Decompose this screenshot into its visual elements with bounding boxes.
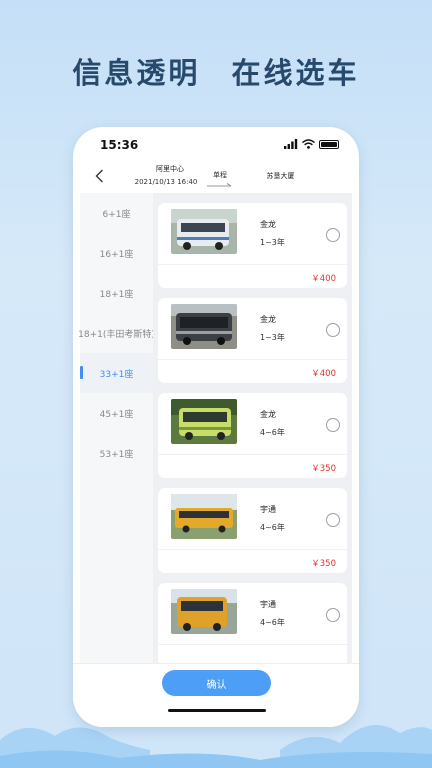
sidebar-item-label: 45+1座 xyxy=(99,409,134,420)
sidebar-item-16-seat[interactable]: 16+1座 xyxy=(80,233,153,273)
sidebar-item-label: 18+1座 xyxy=(99,289,134,300)
sidebar-item-6-seat[interactable]: 6+1座 xyxy=(80,193,153,233)
vehicle-brand: 宇通 xyxy=(260,505,276,514)
bus-photo xyxy=(171,209,237,254)
select-radio[interactable] xyxy=(326,418,340,432)
sidebar-item-18-seat[interactable]: 18+1座 xyxy=(80,273,153,313)
vehicle-list: 金龙 1~3年 ￥400 金龙 1~3年 ￥400 金龙 4~6年 ￥350 宇… xyxy=(153,193,352,663)
vehicle-price: ￥350 xyxy=(311,464,336,474)
select-radio[interactable] xyxy=(326,323,340,337)
vehicle-brand: 金龙 xyxy=(260,220,276,229)
bus-photo xyxy=(171,399,237,444)
sidebar-item-label: 6+1座 xyxy=(102,209,131,220)
vehicle-price: ￥350 xyxy=(311,559,336,569)
bottom-bar: 确认 xyxy=(73,663,359,727)
origin-name: 阿里中心 xyxy=(156,165,184,173)
bus-photo xyxy=(171,304,237,349)
sidebar-item-label: 53+1座 xyxy=(99,449,134,460)
sidebar-item-label: 18+1(丰田考斯特) xyxy=(78,329,155,340)
vehicle-age: 4~6年 xyxy=(260,523,285,532)
select-radio[interactable] xyxy=(326,228,340,242)
wifi-icon xyxy=(302,139,315,149)
vehicle-brand: 金龙 xyxy=(260,315,276,324)
signal-icon xyxy=(284,139,298,149)
bus-photo xyxy=(171,494,237,539)
promo-headline-right: 在线选车 xyxy=(231,56,360,90)
home-indicator xyxy=(168,709,266,712)
departure-time: 2021/10/13 16:40 xyxy=(134,178,198,186)
battery-icon xyxy=(319,139,339,149)
trip-type: 单程 xyxy=(213,171,227,179)
promo-headline-left: 信息透明 xyxy=(72,56,201,90)
vehicle-card[interactable]: 金龙 4~6年 ￥350 xyxy=(158,393,347,478)
sidebar-item-53-seat[interactable]: 53+1座 xyxy=(80,433,153,473)
seat-category-sidebar: 6+1座 16+1座 18+1座 18+1(丰田考斯特) 33+1座 45+1座… xyxy=(78,193,155,663)
sidebar-item-18-seat-coaster[interactable]: 18+1(丰田考斯特) xyxy=(78,313,155,353)
sidebar-item-45-seat[interactable]: 45+1座 xyxy=(80,393,153,433)
vehicle-price: ￥400 xyxy=(311,369,336,379)
vehicle-card[interactable]: 宇通 4~6年 ￥350 xyxy=(158,488,347,573)
vehicle-age: 1~3年 xyxy=(260,333,285,342)
sidebar-item-label: 16+1座 xyxy=(99,249,134,260)
vehicle-brand: 金龙 xyxy=(260,410,276,419)
vehicle-age: 1~3年 xyxy=(260,238,285,247)
vehicle-brand: 宇通 xyxy=(260,600,276,609)
vehicle-card[interactable]: 金龙 1~3年 ￥400 xyxy=(158,203,347,288)
confirm-button[interactable]: 确认 xyxy=(162,670,271,696)
vehicle-price: ￥400 xyxy=(311,274,336,284)
vehicle-card[interactable]: 宇通 4~6年 xyxy=(158,583,347,663)
status-bar: 15:36 xyxy=(73,127,359,161)
back-button[interactable] xyxy=(89,166,109,186)
destination-name: 苏垦大厦 xyxy=(266,172,295,180)
promo-headline: 信息透明 在线选车 xyxy=(0,50,432,92)
trip-header: 阿里中心 2021/10/13 16:40 单程 苏垦大厦 xyxy=(73,161,359,193)
bus-photo xyxy=(171,589,237,634)
phone-screen: 15:36 阿里中心 2021/10/13 16:40 单程 苏垦大厦 6+1座… xyxy=(73,127,359,727)
vehicle-card[interactable]: 金龙 1~3年 ￥400 xyxy=(158,298,347,383)
sidebar-item-33-seat[interactable]: 33+1座 xyxy=(80,353,153,393)
sidebar-item-label: 33+1座 xyxy=(99,369,134,380)
select-radio[interactable] xyxy=(326,513,340,527)
vehicle-age: 4~6年 xyxy=(260,618,285,627)
status-time: 15:36 xyxy=(100,138,139,152)
chevron-left-icon xyxy=(95,169,103,183)
select-radio[interactable] xyxy=(326,608,340,622)
vehicle-age: 4~6年 xyxy=(260,428,285,437)
arrow-right-icon xyxy=(207,183,232,187)
